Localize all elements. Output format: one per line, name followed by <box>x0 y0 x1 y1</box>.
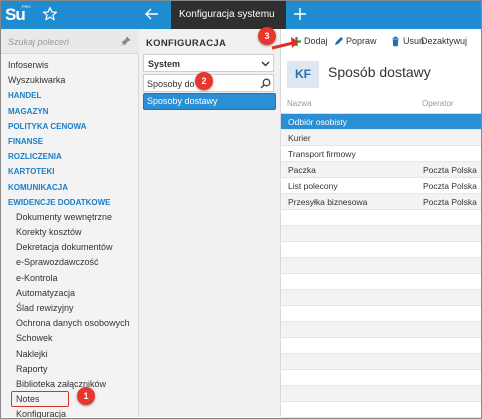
table-row[interactable]: Przesyłka biznesowa Poczta Polska <box>281 194 482 210</box>
table-row[interactable]: Kurier <box>281 130 482 146</box>
left-navigation-panel: Szukaj poleceń Infoserwis Wyszukiwarka HAN… <box>0 29 139 419</box>
table-row[interactable]: Transport firmowy <box>281 146 482 162</box>
highlight-konfiguracja <box>11 391 69 407</box>
column-header-nazwa[interactable]: Nazwa <box>287 99 311 108</box>
toolbar: Dodaj Popraw Usuń Dezaktywuj <box>281 29 482 54</box>
table-row[interactable] <box>281 370 482 386</box>
nav-item[interactable]: Dekretacja dokumentów <box>0 240 139 255</box>
nav-item[interactable]: Dokumenty wewnętrzne <box>0 210 139 225</box>
nav-item[interactable]: KOMUNIKACJA <box>0 180 139 195</box>
cell-nazwa: Odbiór osobisty <box>288 117 348 127</box>
search-icon[interactable] <box>260 78 271 89</box>
nav-item[interactable]: Korekty kosztów <box>0 225 139 240</box>
nav-item[interactable]: e-Sprawozdawczość <box>0 255 139 270</box>
nav-item[interactable]: Schowek <box>0 331 139 346</box>
data-grid: Nazwa Operator Odbiór osobisty Kurier Tran… <box>281 94 482 418</box>
list-item-sposoby-dostawy[interactable]: Sposoby dostawy <box>143 93 276 110</box>
app-logo[interactable]: Su PRO <box>4 2 31 27</box>
add-label: Dodaj <box>304 36 328 46</box>
nav-item[interactable]: HANDEL <box>0 88 139 103</box>
table-row[interactable] <box>281 402 482 418</box>
tab-konfiguracja-systemu[interactable]: Konfiguracja systemu <box>171 0 286 29</box>
panel-title: KONFIGURACJA <box>146 38 227 49</box>
module-select[interactable]: System <box>143 54 274 72</box>
nav-item[interactable]: EWIDENCJE DODATKOWE <box>0 195 139 210</box>
table-row[interactable] <box>281 210 482 226</box>
search-input[interactable]: Szukaj poleceń <box>8 37 69 47</box>
table-row[interactable] <box>281 274 482 290</box>
record-header: KF Sposób dostawy <box>281 54 482 94</box>
nav-item[interactable]: MAGAZYN <box>0 104 139 119</box>
table-row[interactable] <box>281 242 482 258</box>
grid-rows: Odbiór osobisty Kurier Transport firmowy Pa… <box>281 114 482 418</box>
nav-item[interactable]: Biblioteka załączników <box>0 377 139 392</box>
cell-nazwa: Przesyłka biznesowa <box>288 197 368 207</box>
table-row[interactable]: Paczka Poczta Polska <box>281 162 482 178</box>
nav-item[interactable]: FINANSE <box>0 134 139 149</box>
cell-nazwa: Kurier <box>288 133 311 143</box>
cell-operator: Poczta Polska <box>423 181 477 191</box>
back-arrow-icon[interactable] <box>144 6 160 22</box>
chevron-down-icon <box>261 60 270 68</box>
nav-item[interactable]: Automatyzacja <box>0 286 139 301</box>
table-row[interactable] <box>281 386 482 402</box>
table-row[interactable] <box>281 226 482 242</box>
nav-item[interactable]: Raporty <box>0 362 139 377</box>
cell-operator: Poczta Polska <box>423 165 477 175</box>
table-row[interactable]: Odbiór osobisty <box>281 114 482 130</box>
logo-sub: PRO <box>22 4 31 9</box>
deactivate-label: Dezaktywuj <box>421 36 468 46</box>
table-row[interactable] <box>281 290 482 306</box>
select-value: System <box>148 59 181 69</box>
nav-item[interactable]: KARTOTEKI <box>0 164 139 179</box>
tab-label: Konfiguracja systemu <box>179 9 275 20</box>
table-row[interactable] <box>281 338 482 354</box>
nav-item[interactable]: Naklejki <box>0 347 139 362</box>
table-row[interactable] <box>281 322 482 338</box>
form-icon: KF <box>287 61 319 88</box>
pin-icon[interactable] <box>121 36 131 46</box>
table-row[interactable] <box>281 306 482 322</box>
record-panel: Dodaj Popraw Usuń Dezaktywuj KF Sposób d… <box>281 29 482 418</box>
cell-nazwa: Paczka <box>288 165 316 175</box>
grid-header: Nazwa Operator <box>281 94 482 114</box>
callout-arrow-icon <box>271 37 299 50</box>
nav-item[interactable]: Ślad rewizyjny <box>0 301 139 316</box>
table-row[interactable] <box>281 258 482 274</box>
star-icon[interactable] <box>42 6 58 22</box>
command-search[interactable]: Szukaj poleceń <box>0 29 139 54</box>
edit-label: Popraw <box>346 36 377 46</box>
top-bar: Su PRO Konfiguracja systemu <box>0 0 482 29</box>
cell-nazwa: Transport firmowy <box>288 149 356 159</box>
nav-item[interactable]: e-Kontrola <box>0 271 139 286</box>
nav-item[interactable]: Infoserwis <box>0 58 139 73</box>
nav-item[interactable]: ROZLICZENIA <box>0 149 139 164</box>
nav-item[interactable]: POLITYKA CENOWA <box>0 119 139 134</box>
nav-list: Infoserwis Wyszukiwarka HANDEL MAGAZYN POLIT… <box>0 58 139 419</box>
callout-badge-2: 2 <box>195 72 213 90</box>
table-row[interactable]: List polecony Poczta Polska <box>281 178 482 194</box>
nav-item[interactable]: Wyszukiwarka <box>0 73 139 88</box>
nav-item[interactable]: Ochrona danych osobowych <box>0 316 139 331</box>
new-tab-plus-icon[interactable] <box>292 6 308 22</box>
nav-item[interactable]: Konfiguracja <box>0 407 139 419</box>
column-header-operator[interactable]: Operator <box>422 99 454 108</box>
callout-badge-1: 1 <box>77 387 95 405</box>
cell-operator: Poczta Polska <box>423 197 477 207</box>
cell-nazwa: List polecony <box>288 181 338 191</box>
filter-value: Sposoby do <box>147 79 195 89</box>
table-row[interactable] <box>281 354 482 370</box>
page-title: Sposób dostawy <box>328 64 431 80</box>
